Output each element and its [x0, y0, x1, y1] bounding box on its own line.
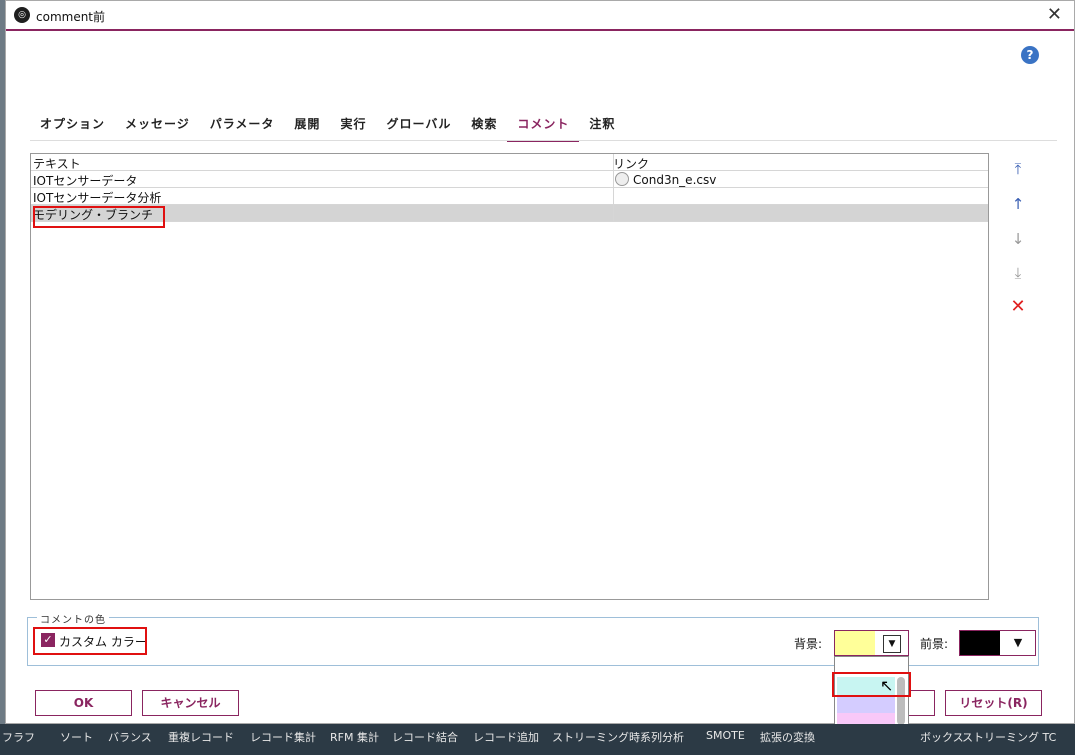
tab-global[interactable]: グローバル: [376, 112, 461, 140]
tab-options[interactable]: オプション: [30, 112, 115, 140]
move-down-icon[interactable]: ↓: [1010, 231, 1026, 247]
tab-expansion[interactable]: 展開: [284, 112, 330, 140]
taskbar-item[interactable]: SMOTE: [706, 729, 745, 742]
chevron-down-icon[interactable]: ▼: [1008, 635, 1028, 651]
taskbar-item[interactable]: ソート: [60, 729, 93, 745]
row-text[interactable]: IOTセンサーデータ分析: [33, 189, 611, 206]
delete-icon[interactable]: ✕: [1010, 298, 1026, 316]
background-label: 背景:: [794, 637, 823, 651]
row-text[interactable]: モデリング・ブランチ: [33, 206, 611, 223]
background-color-swatch: [835, 631, 875, 655]
taskbar: フラフ ソート バランス 重複レコード レコード集計 RFM 集計 レコード結合…: [0, 724, 1075, 755]
cancel-button[interactable]: キャンセル: [142, 690, 239, 716]
taskbar-item[interactable]: バランス: [108, 729, 152, 745]
color-option[interactable]: [837, 657, 895, 675]
custom-color-label[interactable]: カスタム カラー: [59, 633, 147, 650]
taskbar-item[interactable]: ボックス: [920, 729, 964, 745]
move-bottom-icon[interactable]: ⤓: [1010, 265, 1026, 281]
close-icon[interactable]: ✕: [1047, 4, 1062, 25]
chevron-down-icon[interactable]: ▼: [883, 635, 901, 653]
tab-bar: オプション メッセージ パラメータ 展開 実行 グローバル 検索 コメント 注釈: [30, 112, 625, 142]
taskbar-item[interactable]: 拡張の変換: [760, 729, 815, 745]
tab-messages[interactable]: メッセージ: [115, 112, 200, 140]
table-row-selected[interactable]: モデリング・ブランチ: [31, 205, 988, 222]
row-link-label: Cond3n_e.csv: [633, 173, 717, 187]
foreground-color-swatch: [960, 631, 1000, 655]
move-top-icon[interactable]: ⤒: [1010, 161, 1026, 177]
taskbar-item[interactable]: レコード集計: [250, 729, 316, 745]
app-icon: ◎: [14, 7, 30, 23]
tab-annotation[interactable]: 注釈: [579, 112, 625, 140]
help-icon[interactable]: ?: [1021, 46, 1039, 64]
taskbar-item[interactable]: レコード追加: [473, 729, 539, 745]
row-link[interactable]: Cond3n_e.csv: [613, 172, 716, 187]
column-header-link[interactable]: リンク: [613, 155, 649, 172]
file-icon: [615, 172, 629, 186]
background-color-picker[interactable]: ▼: [834, 630, 909, 656]
table-row[interactable]: IOTセンサーデータ分析: [31, 188, 988, 205]
reset-button[interactable]: リセット(R): [945, 690, 1042, 716]
taskbar-item[interactable]: 重複レコード: [168, 729, 234, 745]
table-row[interactable]: IOTセンサーデータ Cond3n_e.csv: [31, 171, 988, 188]
tab-divider: [30, 140, 1057, 141]
taskbar-item[interactable]: ストリーミング TC: [962, 729, 1056, 745]
row-text[interactable]: IOTセンサーデータ: [33, 172, 611, 189]
title-bar: ◎ comment前 ✕: [6, 1, 1074, 31]
comment-color-label: コメントの色: [37, 611, 109, 626]
taskbar-item[interactable]: ストリーミング時系列分析: [552, 729, 684, 745]
tab-parameters[interactable]: パラメータ: [200, 112, 285, 140]
table-header: テキスト リンク: [31, 154, 988, 171]
comment-table: テキスト リンク IOTセンサーデータ Cond3n_e.csv IOTセンサー…: [30, 153, 989, 600]
column-header-text[interactable]: テキスト: [33, 155, 611, 172]
taskbar-item[interactable]: フラフ: [2, 729, 35, 745]
tab-comment[interactable]: コメント: [507, 112, 580, 142]
color-option[interactable]: [837, 695, 895, 713]
taskbar-item[interactable]: RFM 集計: [330, 729, 379, 745]
taskbar-item[interactable]: レコード結合: [392, 729, 458, 745]
foreground-label: 前景:: [920, 637, 949, 651]
dropdown-scrollbar[interactable]: [897, 677, 905, 725]
ok-button[interactable]: OK: [35, 690, 132, 716]
mouse-cursor-icon: ↖: [880, 676, 894, 695]
window-title: comment前: [36, 10, 106, 24]
apply-button-partial[interactable]: [909, 690, 935, 716]
column-divider: [613, 154, 614, 222]
custom-color-checkbox[interactable]: ✓: [41, 633, 55, 647]
move-up-icon[interactable]: ↑: [1010, 196, 1026, 212]
tab-search[interactable]: 検索: [461, 112, 507, 140]
foreground-color-picker[interactable]: ▼: [959, 630, 1036, 656]
tab-execution[interactable]: 実行: [330, 112, 376, 140]
